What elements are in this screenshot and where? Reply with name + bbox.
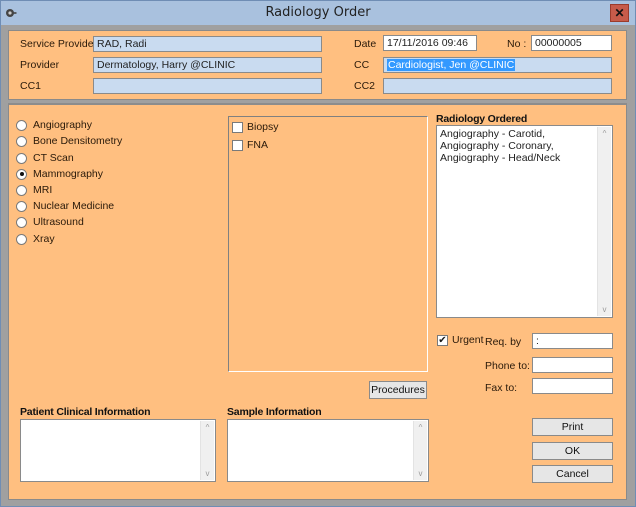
- urgent-checkbox[interactable]: ✔ Urgent: [437, 334, 484, 346]
- sample-info-textarea[interactable]: ^ v: [227, 419, 429, 482]
- checkbox-biopsy[interactable]: Biopsy: [232, 121, 279, 133]
- radio-button[interactable]: [16, 233, 27, 245]
- provider-label: Provider: [20, 59, 60, 71]
- scroll-down-icon[interactable]: v: [414, 467, 427, 480]
- ordered-item: Angiography - Carotid,: [440, 128, 546, 140]
- print-button[interactable]: Print: [532, 418, 613, 436]
- service-provider-field[interactable]: RAD, Radi: [93, 36, 322, 52]
- procedures-group-box: [228, 116, 428, 372]
- radio-button[interactable]: [16, 200, 27, 212]
- req-by-label: Req. by: [485, 336, 522, 348]
- radiology-ordered-list[interactable]: Angiography - Carotid, Angiography - Cor…: [436, 125, 613, 318]
- radio-angiography[interactable]: Angiography: [16, 118, 92, 132]
- radio-button[interactable]: [16, 119, 27, 131]
- vertical-scrollbar[interactable]: ^ v: [597, 127, 611, 316]
- date-label: Date: [354, 38, 377, 50]
- fax-to-field[interactable]: [532, 378, 613, 394]
- checkbox[interactable]: [232, 139, 243, 151]
- vertical-scrollbar[interactable]: ^ v: [413, 421, 427, 480]
- close-button[interactable]: ✕: [610, 4, 629, 22]
- patient-clinical-textarea[interactable]: ^ v: [20, 419, 216, 482]
- ordered-item: Angiography - Head/Neck: [440, 152, 561, 164]
- checkbox-fna[interactable]: FNA: [232, 139, 268, 151]
- checkbox[interactable]: [232, 121, 243, 133]
- scroll-up-icon[interactable]: ^: [414, 421, 427, 434]
- radio-nuclear-medicine[interactable]: Nuclear Medicine: [16, 199, 114, 213]
- scroll-up-icon[interactable]: ^: [201, 421, 214, 434]
- window-title: Radiology Order: [265, 5, 371, 20]
- cc-field-value: Cardiologist, Jen @CLINIC: [387, 59, 516, 71]
- header-panel: Service Provider RAD, Radi Provider Derm…: [8, 30, 627, 100]
- radio-ultrasound[interactable]: Ultrasound: [16, 215, 84, 229]
- cc1-label: CC1: [20, 80, 42, 92]
- radio-bone-densitometry[interactable]: Bone Densitometry: [16, 134, 122, 148]
- radio-ct-scan[interactable]: CT Scan: [16, 151, 74, 165]
- checkbox-label: Biopsy: [247, 121, 279, 133]
- radio-button-selected[interactable]: [16, 168, 27, 180]
- radio-label: Nuclear Medicine: [33, 200, 115, 212]
- cc2-label: CC2: [354, 80, 376, 92]
- radio-button[interactable]: [16, 216, 27, 228]
- radio-label: Xray: [33, 233, 55, 245]
- cc2-field[interactable]: [383, 78, 612, 94]
- scroll-down-icon[interactable]: v: [201, 467, 214, 480]
- close-icon: ✕: [614, 6, 625, 20]
- cc1-field[interactable]: [93, 78, 322, 94]
- checkmark-icon[interactable]: ✔: [437, 334, 448, 346]
- fax-to-label: Fax to:: [485, 382, 518, 394]
- radio-label: Ultrasound: [33, 216, 84, 228]
- scroll-up-icon[interactable]: ^: [598, 127, 611, 140]
- radio-label: Bone Densitometry: [33, 135, 123, 147]
- vertical-scrollbar[interactable]: ^ v: [200, 421, 214, 480]
- provider-field[interactable]: Dermatology, Harry @CLINIC: [93, 57, 322, 73]
- radio-label: Angiography: [33, 119, 92, 131]
- procedures-button[interactable]: Procedures: [369, 381, 427, 399]
- radio-mri[interactable]: MRI: [16, 183, 52, 197]
- checkbox-label: FNA: [247, 139, 268, 151]
- ordered-item: Angiography - Coronary,: [440, 140, 554, 152]
- scroll-down-icon[interactable]: v: [598, 303, 611, 316]
- cc-label: CC: [354, 59, 370, 71]
- radio-mammography[interactable]: Mammography: [16, 167, 103, 181]
- order-number-field[interactable]: 00000005: [531, 35, 612, 51]
- cancel-button[interactable]: Cancel: [532, 465, 613, 483]
- radio-label: CT Scan: [33, 152, 74, 164]
- title-bar[interactable]: Radiology Order ✕: [1, 1, 635, 25]
- patient-clinical-title: Patient Clinical Information: [20, 406, 151, 418]
- radio-label: MRI: [33, 184, 53, 196]
- radio-button[interactable]: [16, 135, 27, 147]
- service-provider-label: Service Provider: [20, 38, 98, 50]
- radio-xray[interactable]: Xray: [16, 232, 55, 246]
- cc-field[interactable]: Cardiologist, Jen @CLINIC: [383, 57, 612, 73]
- ok-button[interactable]: OK: [532, 442, 613, 460]
- req-by-field[interactable]: :: [532, 333, 613, 349]
- phone-to-field[interactable]: [532, 357, 613, 373]
- phone-to-label: Phone to:: [485, 360, 530, 372]
- date-field[interactable]: 17/11/2016 09:46: [383, 35, 477, 51]
- radiology-order-window: Radiology Order ✕ Service Provider RAD, …: [0, 0, 636, 507]
- urgent-label: Urgent: [452, 334, 484, 346]
- radio-button[interactable]: [16, 184, 27, 196]
- sample-info-title: Sample Information: [227, 406, 322, 418]
- radiology-ordered-title: Radiology Ordered: [436, 113, 528, 125]
- radio-label: Mammography: [33, 168, 104, 180]
- no-label: No :: [507, 38, 527, 50]
- radio-button[interactable]: [16, 152, 27, 164]
